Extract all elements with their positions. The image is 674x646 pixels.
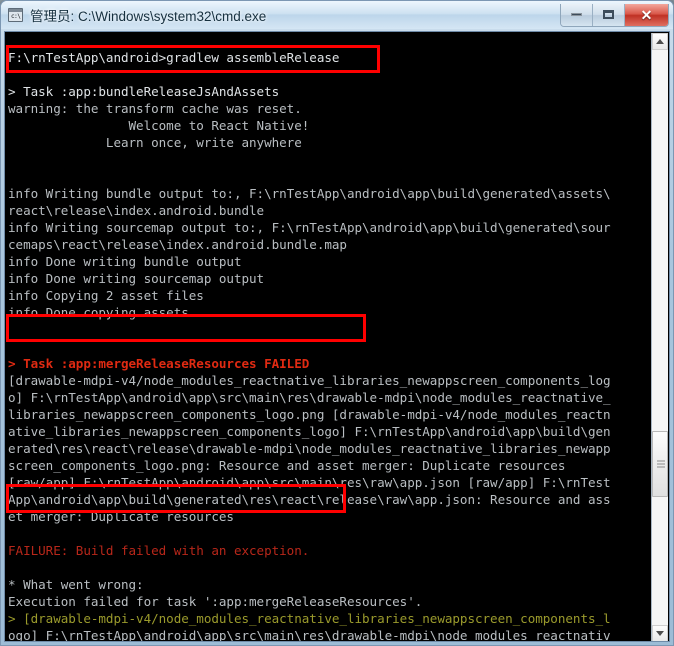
console-line: info Writing sourcemap output to:, F:\rn… bbox=[8, 220, 611, 235]
console-line: info Done writing bundle output bbox=[8, 254, 242, 269]
console-scrollbar[interactable] bbox=[651, 33, 668, 641]
console-line: info Writing bundle output to:, F:\rnTes… bbox=[8, 186, 611, 201]
console-line: > Task :app:bundleReleaseJsAndAssets bbox=[8, 84, 280, 99]
console-line: Welcome to React Native! bbox=[8, 118, 310, 133]
console-line: et merger: Duplicate resources bbox=[8, 509, 234, 524]
console-line: App\android\app\build\generated\res\reac… bbox=[8, 492, 611, 507]
console-line: erated\res\react\release\drawable-mdpi\n… bbox=[8, 441, 611, 456]
close-icon: ✕ bbox=[640, 6, 653, 23]
console-line: info Done writing sourcemap output bbox=[8, 271, 265, 286]
console-output[interactable]: F:\rnTestApp\android>gradlew assembleRel… bbox=[5, 32, 653, 641]
console-line: ative_libraries_newappscreen_components_… bbox=[8, 424, 611, 439]
console-line: info Done copying assets bbox=[8, 305, 189, 320]
scroll-down-arrow[interactable] bbox=[652, 625, 668, 641]
console-client-area: F:\rnTestApp\android>gradlew assembleRel… bbox=[4, 31, 670, 642]
window-controls: ✕ bbox=[560, 3, 669, 27]
console-line: cemaps\react\release\index.android.bundl… bbox=[8, 237, 347, 252]
console-icon: c:\ bbox=[8, 8, 23, 22]
scrollbar-track-upper[interactable] bbox=[652, 50, 668, 431]
close-button[interactable]: ✕ bbox=[625, 3, 668, 26]
scroll-up-arrow[interactable] bbox=[652, 33, 668, 50]
chevron-up-icon bbox=[656, 39, 664, 44]
scrollbar-grip-icon bbox=[657, 460, 665, 468]
scrollbar-track-lower[interactable] bbox=[652, 497, 668, 625]
title-bar[interactable]: c:\ 管理员: C:\Windows\system32\cmd.exe ✕ bbox=[1, 1, 673, 29]
scrollbar-thumb[interactable] bbox=[652, 431, 668, 497]
console-line: Execution failed for task ':app:mergeRel… bbox=[8, 594, 423, 609]
maximize-icon bbox=[603, 10, 614, 19]
console-line: [drawable-mdpi-v4/node_modules_reactnati… bbox=[8, 373, 611, 388]
command-prompt-window: c:\ 管理员: C:\Windows\system32\cmd.exe ✕ F… bbox=[0, 0, 674, 646]
console-line: Learn once, write anywhere bbox=[8, 135, 302, 150]
console-line: react\release\index.android.bundle bbox=[8, 203, 265, 218]
console-line: FAILURE: Build failed with an exception. bbox=[8, 543, 310, 558]
console-line: ogo] F:\rnTestApp\android\app\src\main\r… bbox=[8, 628, 611, 641]
console-line: libraries_newappscreen_components_logo.p… bbox=[8, 407, 611, 422]
minimize-icon bbox=[571, 13, 582, 16]
title-bar-left: c:\ 管理员: C:\Windows\system32\cmd.exe bbox=[1, 5, 560, 25]
console-line: > Task :app:mergeReleaseResources FAILED bbox=[8, 356, 310, 371]
console-line: F:\rnTestApp\android>gradlew assembleRel… bbox=[8, 50, 340, 65]
console-line: warning: the transform cache was reset. bbox=[8, 101, 302, 116]
console-line: o] F:\rnTestApp\android\app\src\main\res… bbox=[8, 390, 611, 405]
window-title: 管理员: C:\Windows\system32\cmd.exe bbox=[30, 9, 267, 24]
maximize-button[interactable] bbox=[593, 3, 625, 26]
console-line: info Copying 2 asset files bbox=[8, 288, 204, 303]
console-line: * What went wrong: bbox=[8, 577, 144, 592]
console-line: screen_components_logo.png: Resource and… bbox=[8, 458, 566, 473]
chevron-down-icon bbox=[656, 631, 664, 636]
console-line: > [drawable-mdpi-v4/node_modules_reactna… bbox=[8, 611, 611, 626]
minimize-button[interactable] bbox=[561, 3, 593, 26]
console-line: [raw/app] F:\rnTestApp\android\app\src\m… bbox=[8, 475, 611, 490]
